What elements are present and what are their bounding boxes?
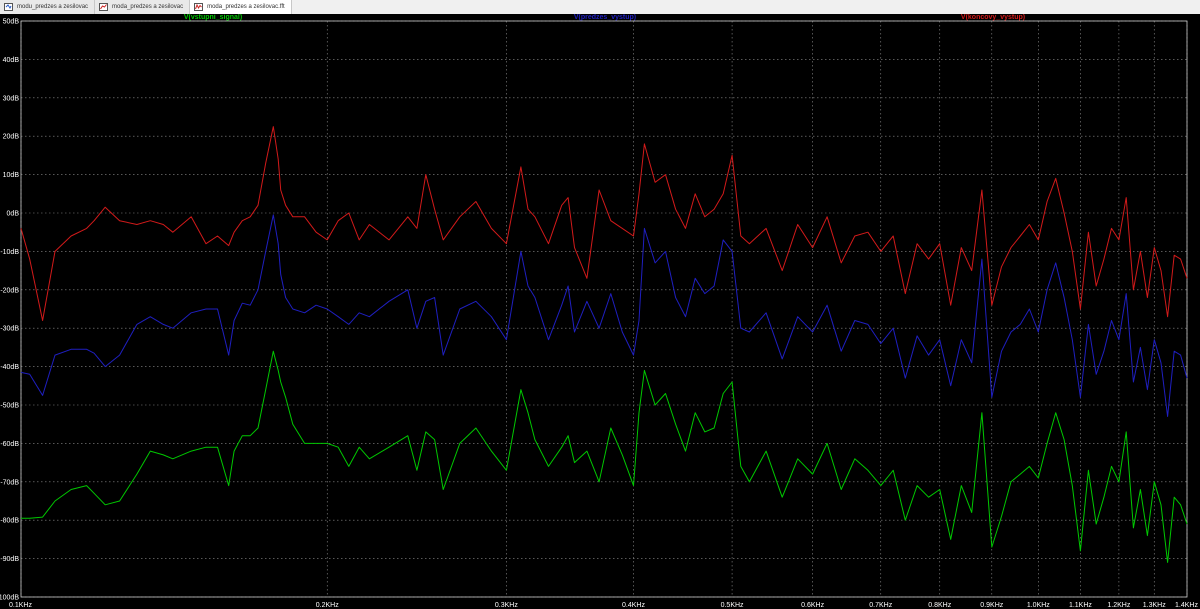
y-tick-label: -100dB xyxy=(0,595,19,602)
legend-entry: V(vstupni_signal) xyxy=(184,14,242,21)
y-tick-label: -30dB xyxy=(0,326,19,333)
y-tick-label: -40dB xyxy=(0,364,19,371)
x-tick-label: 0.3KHz xyxy=(495,602,518,609)
legend-entry: V(koncovy_vystup) xyxy=(961,14,1025,21)
legend-entry: V(predzes_vystup) xyxy=(574,14,636,21)
y-tick-label: 10dB xyxy=(3,172,20,179)
y-tick-label: 20dB xyxy=(3,134,20,141)
y-tick-label: -60dB xyxy=(0,441,19,448)
x-tick-label: 1.1KHz xyxy=(1069,602,1092,609)
fft-chart[interactable]: 50dB 40dB 30dB 20dB 10dB 0dB -10dB -20dB -30dB -4… xyxy=(0,14,1200,609)
series-line xyxy=(21,350,1188,563)
x-tick-label: 0.4KHz xyxy=(622,602,645,609)
y-tick-label: -20dB xyxy=(0,287,19,294)
x-tick-label: 1.0KHz xyxy=(1027,602,1050,609)
schematic-icon xyxy=(99,3,109,11)
y-tick-label: 30dB xyxy=(3,95,20,102)
x-tick-label: 1.4KHz xyxy=(1175,602,1198,609)
tab-fft-plot[interactable]: moda_predzes a zesilovac.fft xyxy=(190,0,292,14)
waveform-icon xyxy=(194,3,204,11)
x-tick-label: 0.8KHz xyxy=(928,602,951,609)
y-tick-label: 50dB xyxy=(3,19,20,26)
x-tick-label: 0.9KHz xyxy=(980,602,1003,609)
y-tick-label: 0dB xyxy=(7,211,20,218)
x-tick-label: 1.2KHz xyxy=(1107,602,1130,609)
plot-frame xyxy=(20,20,1188,598)
tab-bar: modu_predzes a zesilovac moda_predzes a … xyxy=(0,0,1200,15)
y-tick-label: -70dB xyxy=(0,479,19,486)
x-tick-label: 1.3KHz xyxy=(1143,602,1166,609)
tab-label: moda_predzes a zesilovac xyxy=(112,4,184,10)
series-line xyxy=(20,126,1188,321)
tab-label: modu_predzes a zesilovac xyxy=(17,4,89,10)
y-tick-label: 40dB xyxy=(3,57,20,64)
y-tick-label: -10dB xyxy=(0,249,19,256)
x-tick-label: 0.1KHz xyxy=(9,602,32,609)
plot-area[interactable]: 50dB 40dB 30dB 20dB 10dB 0dB -10dB -20dB -30dB -4… xyxy=(0,14,1200,609)
x-tick-label: 0.2KHz xyxy=(316,602,339,609)
tab-schematic-1[interactable]: modu_predzes a zesilovac xyxy=(0,0,96,14)
x-tick-label: 0.7KHz xyxy=(869,602,892,609)
y-tick-label: -90dB xyxy=(0,556,19,563)
y-tick-label: -50dB xyxy=(0,403,19,410)
schematic-icon xyxy=(4,3,13,11)
y-tick-label: -80dB xyxy=(0,518,19,525)
x-tick-label: 0.6KHz xyxy=(801,602,824,609)
x-tick-label: 0.5KHz xyxy=(721,602,744,609)
tab-label: moda_predzes a zesilovac.fft xyxy=(207,4,285,10)
series-line xyxy=(20,214,1188,417)
tab-schematic-2[interactable]: moda_predzes a zesilovac xyxy=(95,0,191,14)
